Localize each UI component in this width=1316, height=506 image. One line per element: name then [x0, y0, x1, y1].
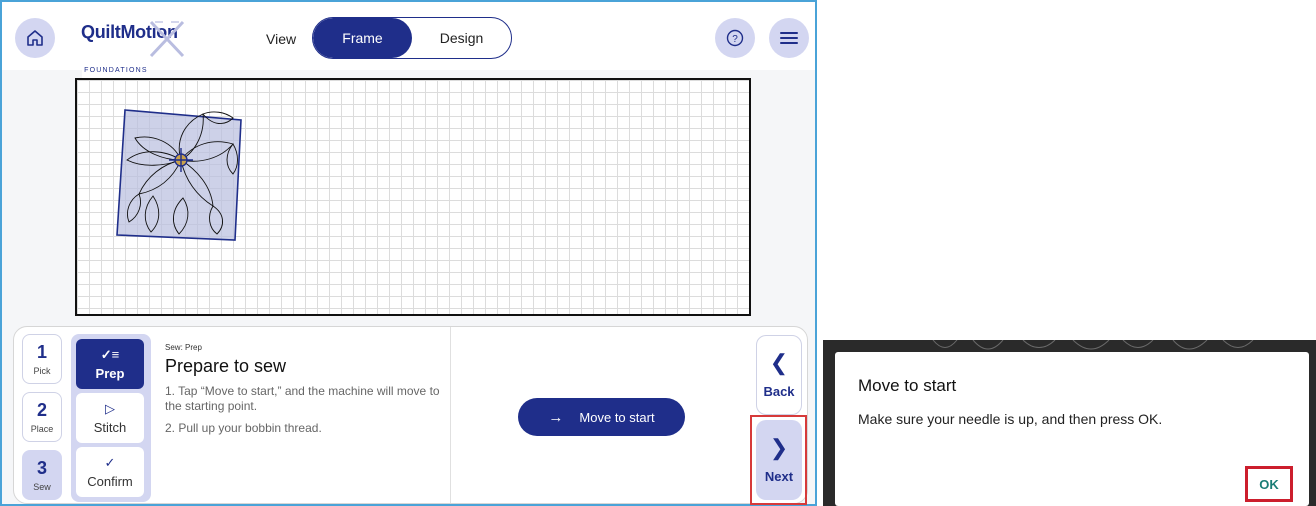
- move-to-start-button[interactable]: → Move to start: [518, 398, 685, 436]
- home-icon: [27, 30, 43, 46]
- move-to-start-dialog: Move to start Make sure your needle is u…: [835, 352, 1309, 506]
- sew-steps-panel: 1 Pick 2 Place 3 Sew ✓≡ Prep ▷ Stitch ✓ …: [13, 326, 808, 504]
- help-button[interactable]: ?: [715, 18, 755, 58]
- dialog-title: Move to start: [858, 376, 957, 395]
- checklist-icon: ✓≡: [100, 347, 120, 362]
- chevron-right-icon: ❯: [769, 434, 789, 460]
- step-number: 3: [36, 458, 47, 478]
- quilt-frame-canvas[interactable]: [75, 78, 751, 316]
- step-place[interactable]: 2 Place: [22, 392, 62, 442]
- next-label: Next: [764, 468, 794, 484]
- menu-button[interactable]: [769, 18, 809, 58]
- screenshot-stage: QuiltMotion FOUNDATIONS View Frame Desig…: [0, 0, 1316, 506]
- substep-label: Confirm: [87, 474, 133, 489]
- logo-x-mark: [149, 20, 185, 58]
- chevron-left-icon: ❮: [769, 349, 789, 375]
- dialog-screenshot: Move to start Make sure your needle is u…: [823, 340, 1316, 506]
- step-label: Sew: [33, 482, 51, 492]
- quilt-app-window: QuiltMotion FOUNDATIONS View Frame Desig…: [0, 0, 817, 506]
- instruction-breadcrumb: Sew: Prep: [165, 343, 202, 352]
- view-design-option[interactable]: Design: [412, 18, 511, 58]
- substep-label: Prep: [95, 366, 125, 381]
- home-button[interactable]: [15, 18, 55, 58]
- check-icon: ✓: [104, 455, 116, 470]
- dialog-message: Make sure your needle is up, and then pr…: [858, 411, 1163, 427]
- move-to-start-label: Move to start: [579, 409, 655, 425]
- substep-prep[interactable]: ✓≡ Prep: [76, 339, 144, 389]
- step-label: Pick: [33, 366, 51, 376]
- step-sew[interactable]: 3 Sew: [22, 450, 62, 500]
- top-bar: QuiltMotion FOUNDATIONS View Frame Desig…: [2, 2, 815, 95]
- instruction-step-1: 1. Tap “Move to start,” and the machine …: [165, 384, 440, 413]
- panel-divider: [450, 327, 451, 503]
- ok-button[interactable]: OK: [1245, 466, 1293, 502]
- back-label: Back: [763, 383, 795, 399]
- svg-text:?: ?: [732, 34, 738, 45]
- substep-stitch[interactable]: ▷ Stitch: [76, 393, 144, 443]
- back-button[interactable]: ❮ Back: [756, 335, 802, 415]
- arrow-right-icon: →: [548, 408, 564, 426]
- step-number: 2: [36, 400, 47, 420]
- instruction-step-2: 2. Pull up your bobbin thread.: [165, 421, 322, 435]
- step-pick[interactable]: 1 Pick: [22, 334, 62, 384]
- menu-icon: [780, 32, 798, 44]
- view-frame-option[interactable]: Frame: [313, 18, 412, 58]
- step-number: 1: [36, 342, 47, 362]
- help-icon: ?: [726, 29, 744, 47]
- play-icon: ▷: [105, 401, 115, 416]
- substep-label: Stitch: [93, 420, 127, 435]
- step-label: Place: [30, 424, 54, 434]
- substep-confirm[interactable]: ✓ Confirm: [76, 447, 144, 497]
- app-logo: QuiltMotion FOUNDATIONS: [81, 20, 191, 95]
- substep-list: ✓≡ Prep ▷ Stitch ✓ Confirm: [71, 334, 151, 502]
- next-button[interactable]: ❯ Next: [756, 420, 802, 500]
- instructions: Sew: Prep Prepare to sew 1. Tap “Move to…: [165, 343, 450, 436]
- instruction-title: Prepare to sew: [165, 356, 287, 376]
- quilt-design-block[interactable]: [113, 104, 248, 244]
- step-navigation: 1 Pick 2 Place 3 Sew ✓≡ Prep ▷ Stitch ✓ …: [22, 334, 152, 502]
- view-toggle: Frame Design: [312, 17, 512, 59]
- view-label: View: [266, 31, 297, 47]
